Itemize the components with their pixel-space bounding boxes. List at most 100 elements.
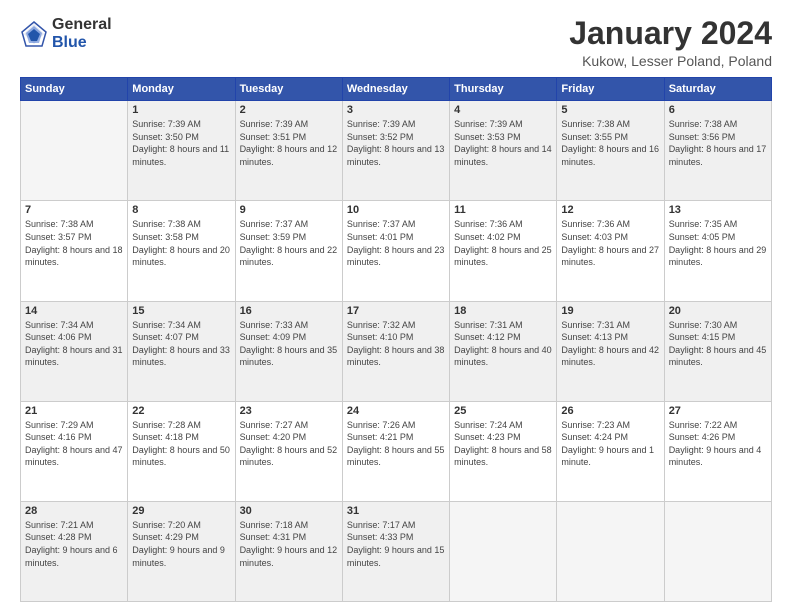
day-number: 5: [561, 104, 659, 116]
day-number: 30: [240, 505, 338, 517]
day-info: Sunrise: 7:34 AMSunset: 4:07 PMDaylight:…: [132, 319, 230, 369]
table-row: 21 Sunrise: 7:29 AMSunset: 4:16 PMDayligh…: [21, 401, 128, 501]
day-number: 6: [669, 104, 767, 116]
day-info: Sunrise: 7:38 AMSunset: 3:56 PMDaylight:…: [669, 118, 767, 168]
table-row: 27 Sunrise: 7:22 AMSunset: 4:26 PMDayligh…: [664, 401, 771, 501]
table-row: 6 Sunrise: 7:38 AMSunset: 3:56 PMDaylight…: [664, 101, 771, 201]
table-row: 30 Sunrise: 7:18 AMSunset: 4:31 PMDayligh…: [235, 501, 342, 601]
table-row: 13 Sunrise: 7:35 AMSunset: 4:05 PMDayligh…: [664, 201, 771, 301]
header-monday: Monday: [128, 78, 235, 101]
logo-general: General: [52, 16, 112, 34]
day-info: Sunrise: 7:39 AMSunset: 3:53 PMDaylight:…: [454, 118, 552, 168]
header-thursday: Thursday: [450, 78, 557, 101]
calendar-week-row: 14 Sunrise: 7:34 AMSunset: 4:06 PMDayligh…: [21, 301, 772, 401]
table-row: 15 Sunrise: 7:34 AMSunset: 4:07 PMDayligh…: [128, 301, 235, 401]
header-sunday: Sunday: [21, 78, 128, 101]
day-number: 28: [25, 505, 123, 517]
day-info: Sunrise: 7:36 AMSunset: 4:03 PMDaylight:…: [561, 218, 659, 268]
day-info: Sunrise: 7:39 AMSunset: 3:52 PMDaylight:…: [347, 118, 445, 168]
table-row: [450, 501, 557, 601]
day-info: Sunrise: 7:20 AMSunset: 4:29 PMDaylight:…: [132, 519, 230, 569]
day-number: 8: [132, 204, 230, 216]
day-info: Sunrise: 7:35 AMSunset: 4:05 PMDaylight:…: [669, 218, 767, 268]
header: General Blue January 2024 Kukow, Lesser …: [20, 16, 772, 69]
day-info: Sunrise: 7:38 AMSunset: 3:55 PMDaylight:…: [561, 118, 659, 168]
day-info: Sunrise: 7:39 AMSunset: 3:51 PMDaylight:…: [240, 118, 338, 168]
month-title: January 2024: [569, 16, 772, 51]
calendar-week-row: 1 Sunrise: 7:39 AMSunset: 3:50 PMDaylight…: [21, 101, 772, 201]
day-number: 1: [132, 104, 230, 116]
day-number: 15: [132, 305, 230, 317]
logo-blue: Blue: [52, 34, 112, 52]
day-number: 22: [132, 405, 230, 417]
day-info: Sunrise: 7:24 AMSunset: 4:23 PMDaylight:…: [454, 419, 552, 469]
day-number: 26: [561, 405, 659, 417]
day-info: Sunrise: 7:31 AMSunset: 4:13 PMDaylight:…: [561, 319, 659, 369]
day-info: Sunrise: 7:34 AMSunset: 4:06 PMDaylight:…: [25, 319, 123, 369]
day-info: Sunrise: 7:18 AMSunset: 4:31 PMDaylight:…: [240, 519, 338, 569]
table-row: 22 Sunrise: 7:28 AMSunset: 4:18 PMDayligh…: [128, 401, 235, 501]
table-row: 5 Sunrise: 7:38 AMSunset: 3:55 PMDaylight…: [557, 101, 664, 201]
day-info: Sunrise: 7:37 AMSunset: 3:59 PMDaylight:…: [240, 218, 338, 268]
day-number: 27: [669, 405, 767, 417]
table-row: 3 Sunrise: 7:39 AMSunset: 3:52 PMDaylight…: [342, 101, 449, 201]
day-info: Sunrise: 7:28 AMSunset: 4:18 PMDaylight:…: [132, 419, 230, 469]
table-row: 29Sunrise: 7:20 AMSunset: 4:29 PMDayligh…: [128, 501, 235, 601]
day-info: Sunrise: 7:27 AMSunset: 4:20 PMDaylight:…: [240, 419, 338, 469]
table-row: 10 Sunrise: 7:37 AMSunset: 4:01 PMDayligh…: [342, 201, 449, 301]
table-row: 4 Sunrise: 7:39 AMSunset: 3:53 PMDaylight…: [450, 101, 557, 201]
location-title: Kukow, Lesser Poland, Poland: [569, 53, 772, 69]
day-number: 25: [454, 405, 552, 417]
header-wednesday: Wednesday: [342, 78, 449, 101]
logo: General Blue: [20, 16, 112, 51]
table-row: 14 Sunrise: 7:34 AMSunset: 4:06 PMDayligh…: [21, 301, 128, 401]
table-row: 17 Sunrise: 7:32 AMSunset: 4:10 PMDayligh…: [342, 301, 449, 401]
day-info: Sunrise: 7:33 AMSunset: 4:09 PMDaylight:…: [240, 319, 338, 369]
table-row: 1 Sunrise: 7:39 AMSunset: 3:50 PMDaylight…: [128, 101, 235, 201]
day-number: 17: [347, 305, 445, 317]
header-tuesday: Tuesday: [235, 78, 342, 101]
day-number: 21: [25, 405, 123, 417]
calendar-week-row: 21 Sunrise: 7:29 AMSunset: 4:16 PMDayligh…: [21, 401, 772, 501]
table-row: 31Sunrise: 7:17 AMSunset: 4:33 PMDayligh…: [342, 501, 449, 601]
day-number: 14: [25, 305, 123, 317]
table-row: 25 Sunrise: 7:24 AMSunset: 4:23 PMDayligh…: [450, 401, 557, 501]
day-number: 4: [454, 104, 552, 116]
table-row: 8Sunrise: 7:38 AMSunset: 3:58 PMDaylight…: [128, 201, 235, 301]
calendar-week-row: 7Sunrise: 7:38 AMSunset: 3:57 PMDaylight…: [21, 201, 772, 301]
table-row: 11Sunrise: 7:36 AMSunset: 4:02 PMDayligh…: [450, 201, 557, 301]
day-info: Sunrise: 7:30 AMSunset: 4:15 PMDaylight:…: [669, 319, 767, 369]
calendar-week-row: 28Sunrise: 7:21 AMSunset: 4:28 PMDayligh…: [21, 501, 772, 601]
day-number: 2: [240, 104, 338, 116]
table-row: 2 Sunrise: 7:39 AMSunset: 3:51 PMDaylight…: [235, 101, 342, 201]
day-info: Sunrise: 7:36 AMSunset: 4:02 PMDaylight:…: [454, 218, 552, 268]
table-row: [21, 101, 128, 201]
day-number: 20: [669, 305, 767, 317]
logo-icon: [20, 20, 48, 48]
day-info: Sunrise: 7:22 AMSunset: 4:26 PMDaylight:…: [669, 419, 767, 469]
day-number: 10: [347, 204, 445, 216]
day-info: Sunrise: 7:29 AMSunset: 4:16 PMDaylight:…: [25, 419, 123, 469]
table-row: 18Sunrise: 7:31 AMSunset: 4:12 PMDayligh…: [450, 301, 557, 401]
day-info: Sunrise: 7:23 AMSunset: 4:24 PMDaylight:…: [561, 419, 659, 469]
day-info: Sunrise: 7:37 AMSunset: 4:01 PMDaylight:…: [347, 218, 445, 268]
header-friday: Friday: [557, 78, 664, 101]
day-info: Sunrise: 7:26 AMSunset: 4:21 PMDaylight:…: [347, 419, 445, 469]
day-number: 12: [561, 204, 659, 216]
day-number: 24: [347, 405, 445, 417]
table-row: 23 Sunrise: 7:27 AMSunset: 4:20 PMDayligh…: [235, 401, 342, 501]
table-row: [664, 501, 771, 601]
day-number: 3: [347, 104, 445, 116]
day-info: Sunrise: 7:31 AMSunset: 4:12 PMDaylight:…: [454, 319, 552, 369]
table-row: 7Sunrise: 7:38 AMSunset: 3:57 PMDaylight…: [21, 201, 128, 301]
table-row: 24 Sunrise: 7:26 AMSunset: 4:21 PMDayligh…: [342, 401, 449, 501]
table-row: 28Sunrise: 7:21 AMSunset: 4:28 PMDayligh…: [21, 501, 128, 601]
day-info: Sunrise: 7:32 AMSunset: 4:10 PMDaylight:…: [347, 319, 445, 369]
day-info: Sunrise: 7:39 AMSunset: 3:50 PMDaylight:…: [132, 118, 230, 168]
day-number: 23: [240, 405, 338, 417]
table-row: 19Sunrise: 7:31 AMSunset: 4:13 PMDayligh…: [557, 301, 664, 401]
day-number: 13: [669, 204, 767, 216]
day-info: Sunrise: 7:38 AMSunset: 3:57 PMDaylight:…: [25, 218, 123, 268]
table-row: 26 Sunrise: 7:23 AMSunset: 4:24 PMDayligh…: [557, 401, 664, 501]
calendar-table: Sunday Monday Tuesday Wednesday Thursday…: [20, 77, 772, 602]
